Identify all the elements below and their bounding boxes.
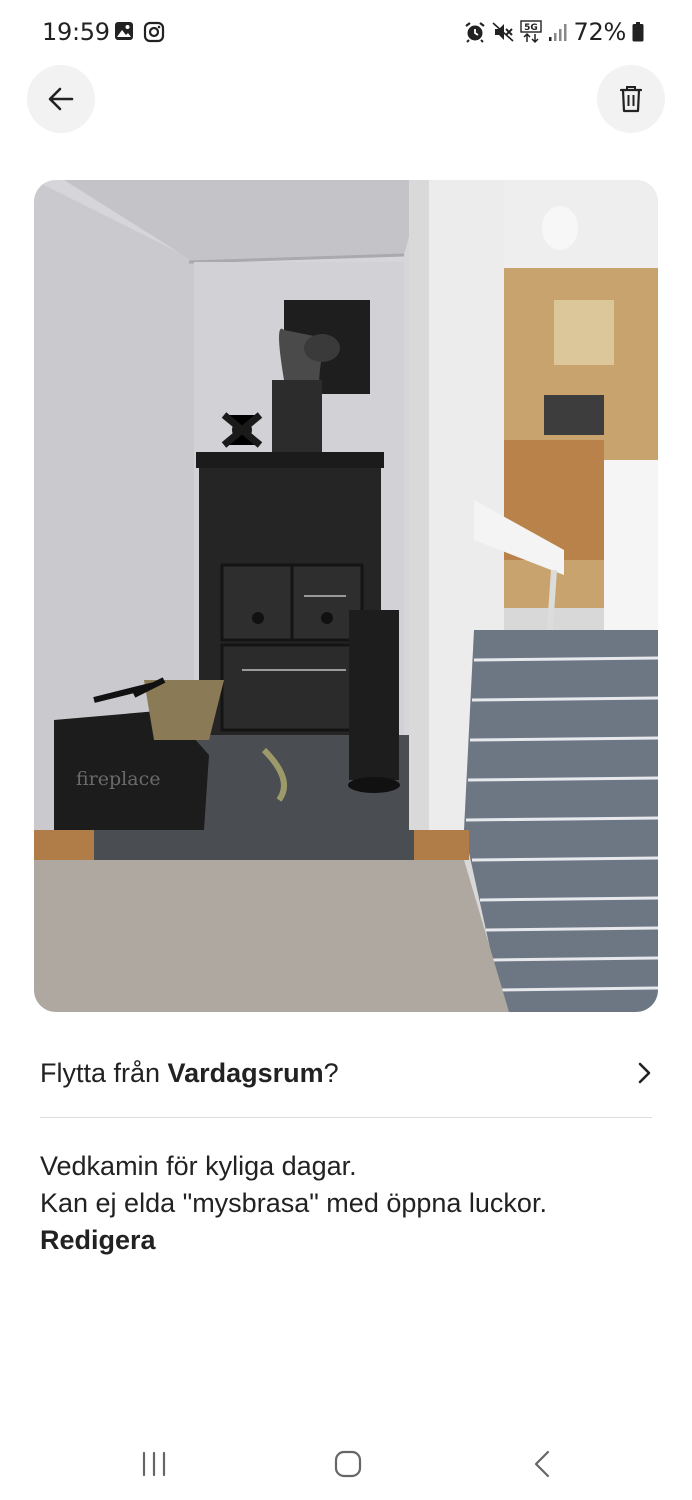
svg-text:5G: 5G — [524, 23, 538, 33]
move-prefix: Flytta från — [40, 1057, 168, 1088]
battery-icon — [632, 22, 644, 42]
status-left-icons — [114, 21, 165, 43]
status-time: 19:59 — [42, 18, 110, 46]
move-room-name: Vardagsrum — [167, 1057, 324, 1088]
divider — [40, 1117, 652, 1118]
description-line-1: Vedkamin för kyliga dagar. — [40, 1151, 357, 1181]
move-room-row[interactable]: Flytta från Vardagsrum? — [40, 1040, 652, 1106]
move-suffix: ? — [323, 1057, 339, 1088]
recents-icon — [142, 1451, 166, 1477]
photo-description: Vedkamin för kyliga dagar. Kan ej elda "… — [40, 1148, 660, 1259]
delete-button[interactable] — [597, 65, 665, 133]
trash-icon — [619, 86, 643, 113]
signal-icon — [548, 24, 567, 41]
log-holder-print: fireplace — [76, 768, 160, 790]
arrow-left-icon — [48, 87, 74, 111]
description-line-2: Kan ej elda "mysbrasa" med öppna luckor. — [40, 1188, 547, 1218]
chevron-right-icon — [638, 1062, 651, 1084]
battery-percentage: 72% — [573, 18, 627, 46]
recents-button[interactable] — [124, 1444, 184, 1484]
home-button[interactable] — [318, 1444, 378, 1484]
system-nav-bar — [0, 1420, 692, 1500]
room-photo[interactable]: fireplace — [34, 180, 658, 1012]
edit-description-link[interactable]: Redigera — [40, 1222, 156, 1259]
status-bar: 19:59 5G 72% — [0, 0, 692, 62]
mute-icon — [492, 22, 514, 42]
home-icon — [334, 1450, 362, 1478]
nav-back-icon — [534, 1450, 550, 1478]
instagram-icon — [143, 21, 165, 43]
move-room-text: Flytta från Vardagsrum? — [40, 1058, 339, 1089]
nav-back-button[interactable] — [512, 1444, 572, 1484]
alarm-icon — [464, 22, 485, 43]
wood-stove-photo: fireplace — [34, 180, 658, 1012]
back-button[interactable] — [27, 65, 95, 133]
status-right-icons: 5G 72% — [464, 18, 644, 46]
gallery-icon — [115, 22, 133, 40]
5g-icon: 5G — [519, 20, 542, 44]
